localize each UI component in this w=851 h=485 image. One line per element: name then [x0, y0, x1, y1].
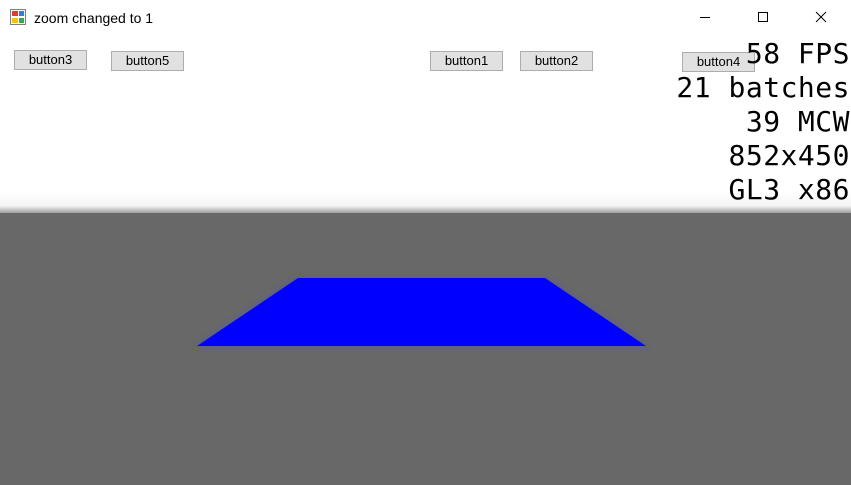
- fps-readout: 58 FPS: [745, 37, 850, 70]
- stats-overlay: 58 FPS 21 batches 39 MCW 852x450 GL3 x86: [676, 37, 850, 207]
- maximize-icon: [758, 12, 768, 22]
- app-icon: [10, 9, 26, 25]
- minimize-button[interactable]: [682, 0, 728, 34]
- close-icon: [815, 11, 827, 23]
- blue-plane: [197, 278, 646, 346]
- app-window: zoom changed to 1 button3 button5 button…: [0, 0, 851, 485]
- batches-readout: 21 batches: [676, 71, 850, 104]
- button3[interactable]: button3: [14, 50, 87, 70]
- renderer-readout: GL3 x86: [728, 173, 850, 206]
- button5[interactable]: button5: [111, 51, 184, 71]
- close-button[interactable]: [798, 0, 844, 34]
- title-bar[interactable]: zoom changed to 1: [0, 0, 851, 35]
- maximize-button[interactable]: [740, 0, 786, 34]
- render-viewport[interactable]: button3 button5 button1 button2 button4 …: [0, 35, 851, 485]
- window-title: zoom changed to 1: [34, 10, 154, 26]
- resolution-readout: 852x450: [728, 139, 850, 172]
- minimize-icon: [700, 17, 710, 18]
- mcw-readout: 39 MCW: [745, 105, 850, 138]
- button2[interactable]: button2: [520, 51, 593, 71]
- button1[interactable]: button1: [430, 51, 503, 71]
